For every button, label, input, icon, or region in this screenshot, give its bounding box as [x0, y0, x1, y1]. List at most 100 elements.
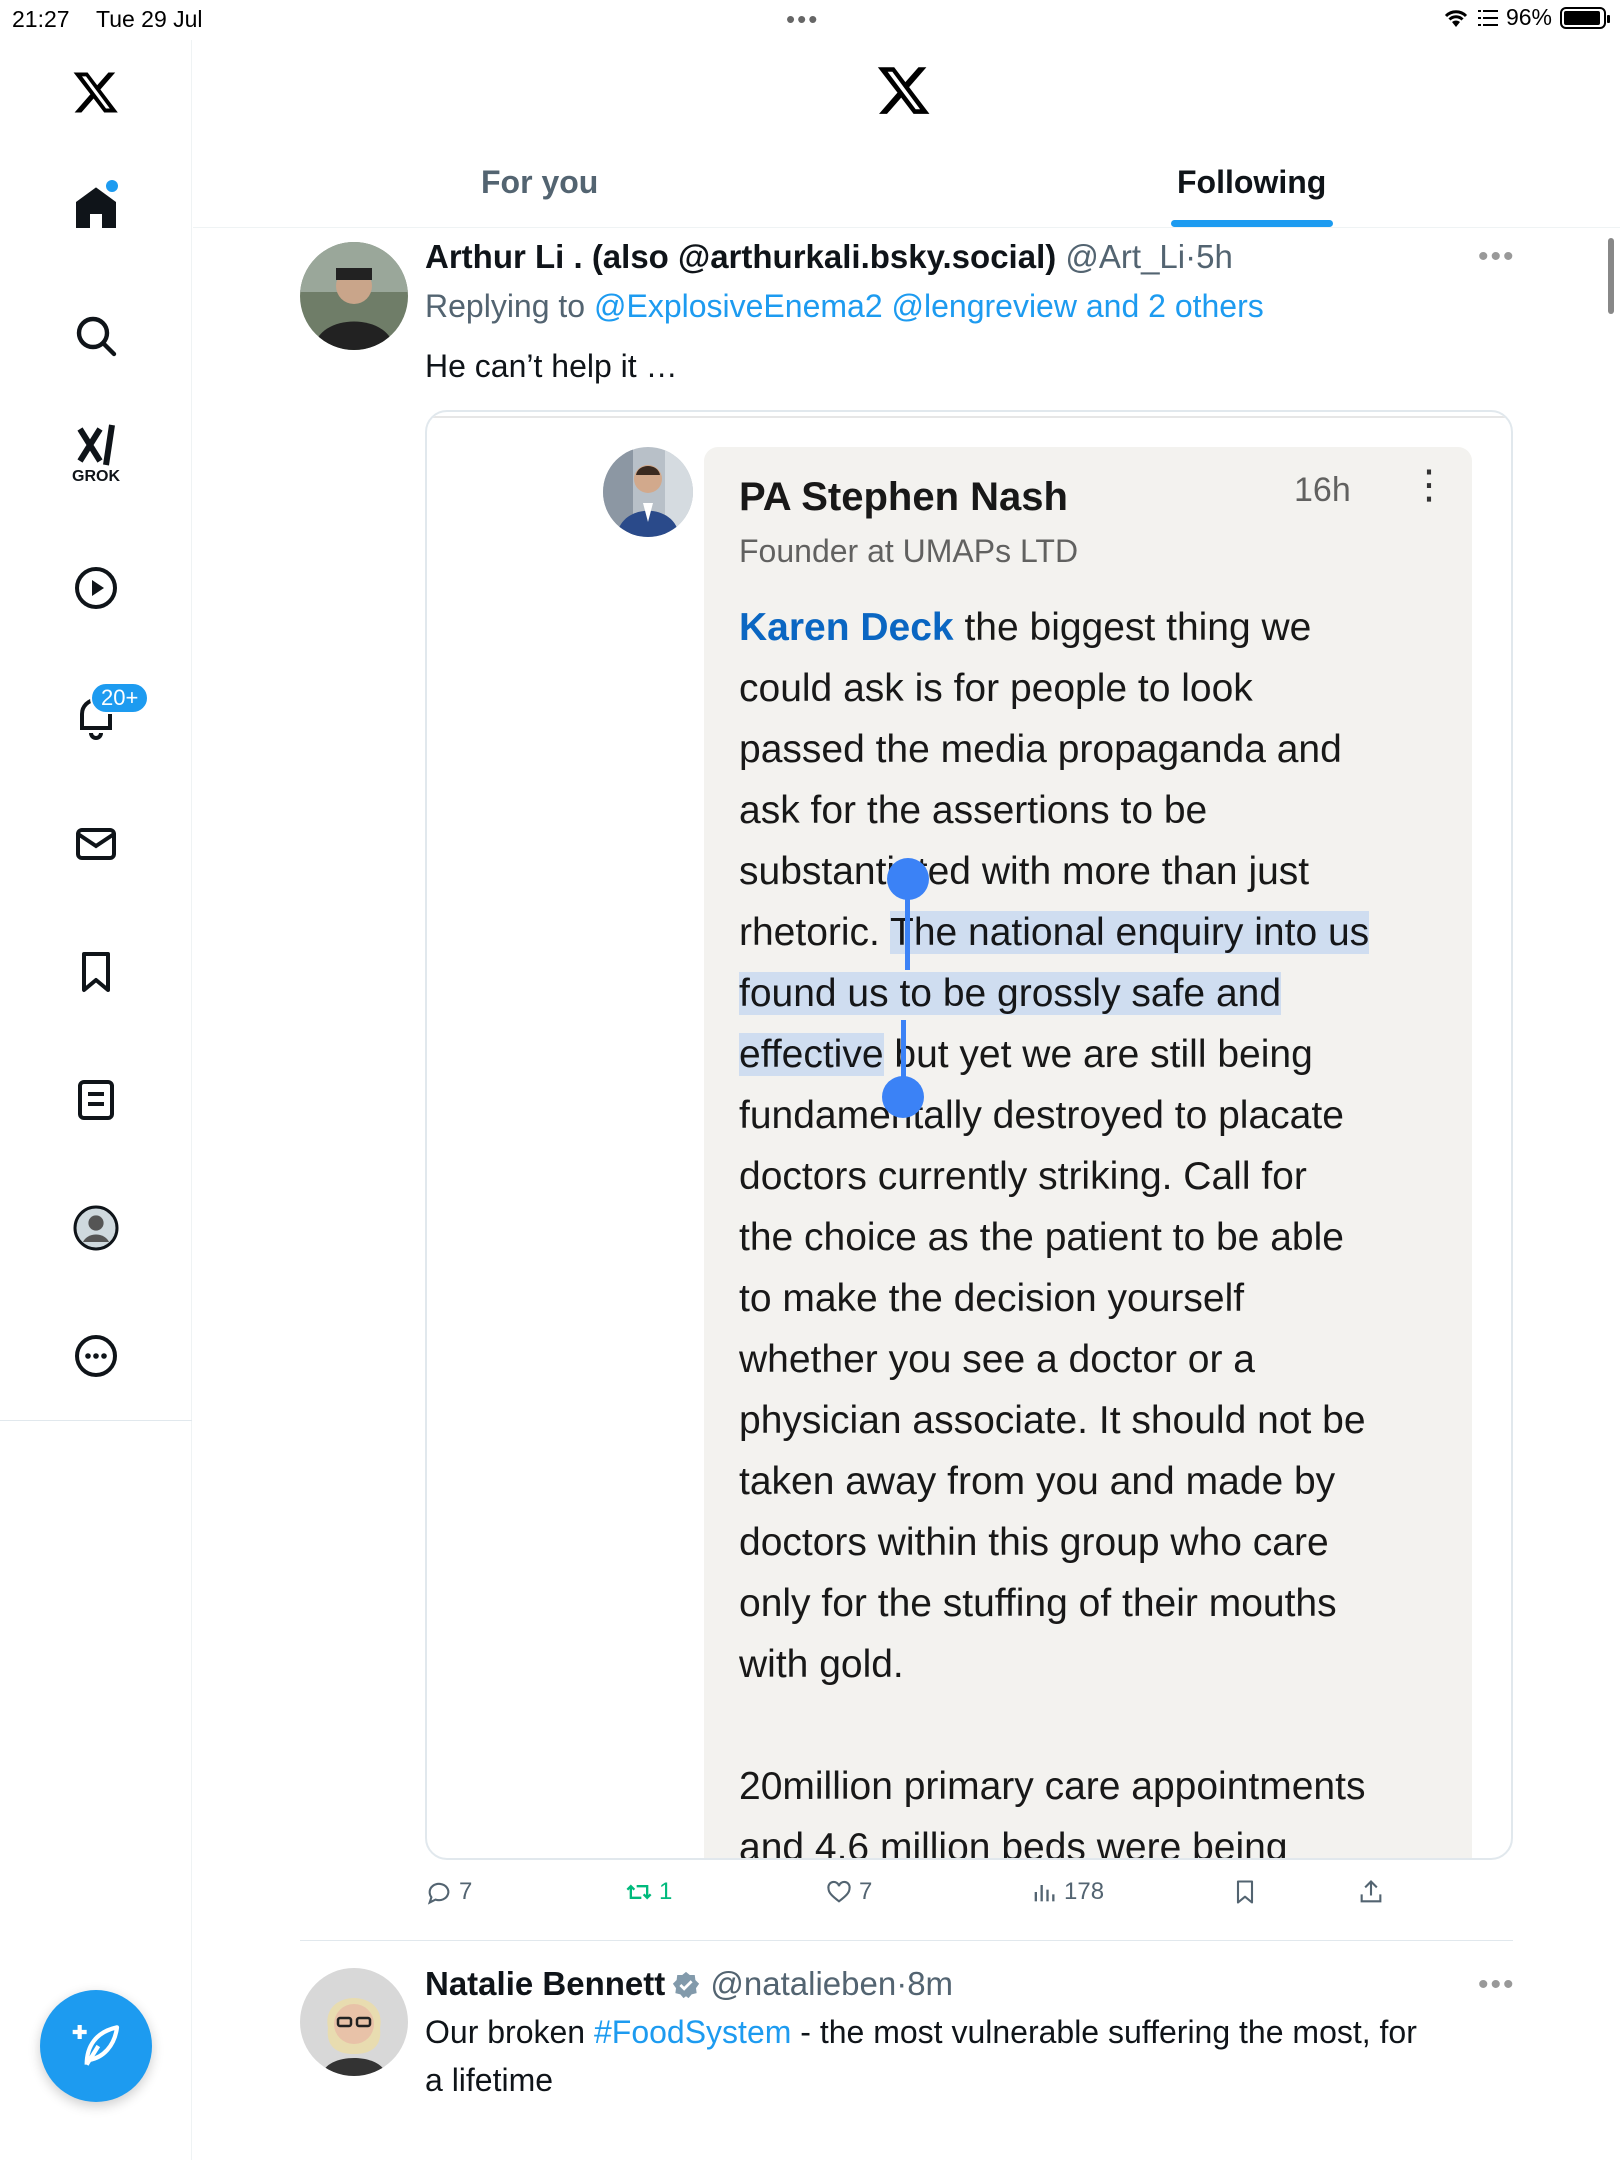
multitasking-dots-icon[interactable]: •••: [786, 4, 819, 35]
linkedin-avatar: [603, 447, 693, 537]
sidebar-divider: [0, 1420, 192, 1421]
avatar[interactable]: [300, 242, 408, 350]
kebab-menu-icon: ⋮: [1409, 463, 1449, 507]
body-line: ask for the assertions to be: [739, 789, 1208, 832]
tweet-author-line: Arthur Li . (also @arthurkali.bsky.socia…: [425, 238, 1233, 275]
body-line: taken away from you and made by: [739, 1460, 1336, 1503]
body-line: fundamentally destroyed to placate: [739, 1094, 1344, 1137]
body-line: doctors within this group who care: [739, 1521, 1329, 1564]
author-handle[interactable]: @Art_Li: [1065, 238, 1185, 275]
body-line: and 4.6 million beds were being: [739, 1826, 1288, 1860]
body-line: passed the media propaganda and: [739, 728, 1342, 771]
body-line: found us to be grossly safe and: [739, 963, 1459, 1024]
media-top-line: [431, 416, 1511, 418]
tweet-time[interactable]: 5h: [1196, 238, 1233, 275]
body-blank-line: [739, 1695, 1459, 1756]
compose-icon: [72, 2025, 120, 2066]
compose-button[interactable]: [40, 1990, 152, 2102]
home-unread-dot: [106, 180, 118, 192]
tweet-more-icon[interactable]: •••: [1478, 240, 1516, 274]
sidebar-item-home[interactable]: [60, 172, 132, 244]
sidebar-item-messages[interactable]: [60, 808, 132, 880]
list-icon: [78, 1080, 114, 1120]
sidebar-item-more[interactable]: [60, 1320, 132, 1392]
replying-to-line: Replying to @ExplosiveEnema2 @lengreview…: [425, 288, 1264, 324]
status-time: 21:27: [12, 6, 70, 32]
linkedin-author-name: PA Stephen Nash: [739, 475, 1068, 519]
status-bar: 21:27 Tue 29 Jul ••• 96%: [0, 0, 1620, 40]
replying-to-links[interactable]: @ExplosiveEnema2 @lengreview and 2 other…: [594, 288, 1264, 324]
play-icon: [75, 567, 117, 609]
retweet-icon: [626, 1884, 652, 1900]
sidebar: GROK 20+: [0, 40, 192, 2160]
wifi-icon: [1444, 9, 1468, 27]
tweet-time[interactable]: 8m: [907, 1965, 953, 2002]
tweet-text: Our broken #FoodSystem - the most vulner…: [425, 2014, 1417, 2050]
tab-following[interactable]: Following: [1177, 164, 1326, 201]
share-button[interactable]: [1357, 1878, 1385, 1906]
heart-icon: [827, 1880, 851, 1903]
author-name[interactable]: Arthur Li . (also @arthurkali.bsky.socia…: [425, 238, 1056, 275]
avatar[interactable]: [300, 1968, 408, 2076]
body-line: 20million primary care appointments: [739, 1765, 1366, 1808]
linkedin-post-time: 16h: [1294, 471, 1351, 509]
body-line: to make the decision yourself: [739, 1277, 1245, 1320]
tweet-text-line2: a lifetime: [425, 2062, 554, 2098]
selected-text: found us to be grossly safe and: [739, 972, 1282, 1015]
reply-button[interactable]: 7: [425, 1878, 472, 1906]
orientation-lock-icon: [1477, 9, 1498, 26]
verified-badge-icon: [673, 1971, 700, 1999]
body-line: whether you see a doctor or a: [739, 1338, 1255, 1381]
selection-end-handle[interactable]: [882, 1076, 924, 1118]
author-handle[interactable]: @natalieben: [710, 1965, 896, 2002]
tweet-actions: 7 1 7 178: [425, 1878, 1505, 1918]
status-right: 96%: [1442, 4, 1610, 31]
tab-for-you[interactable]: For you: [481, 164, 598, 201]
linkedin-post-card: PA Stephen Nash Founder at UMAPs LTD 16h…: [704, 447, 1472, 1860]
grok-label: GROK: [72, 468, 120, 485]
views-button[interactable]: 178: [1030, 1878, 1104, 1906]
battery-percent: 96%: [1505, 4, 1552, 30]
tweet-separator: [300, 1940, 1513, 1941]
grok-icon: [77, 424, 115, 466]
selected-text: The national enquiry into us: [890, 911, 1370, 954]
body-line: effective but yet we are still being: [739, 1033, 1313, 1076]
scrollbar[interactable]: [1608, 238, 1614, 314]
like-button[interactable]: 7: [825, 1878, 872, 1906]
sidebar-item-profile[interactable]: [60, 1192, 132, 1264]
sidebar-item-bookmarks[interactable]: [60, 936, 132, 1008]
body-line: the choice as the patient to be able: [739, 1216, 1344, 1259]
body-line: substantiated with more than just: [739, 850, 1310, 893]
linkedin-mention: Karen Deck: [739, 606, 954, 649]
tweet-media-image[interactable]: PA Stephen Nash Founder at UMAPs LTD 16h…: [425, 410, 1513, 1860]
status-date: Tue 29 Jul: [96, 6, 203, 32]
x-logo-icon[interactable]: [876, 62, 932, 118]
like-count: 7: [859, 1878, 873, 1905]
body-line: rhetoric. The national enquiry into us: [739, 911, 1370, 954]
sidebar-item-videos[interactable]: [60, 552, 132, 624]
sidebar-item-explore[interactable]: [60, 300, 132, 372]
active-tab-indicator: [1171, 220, 1333, 227]
bookmark-icon: [82, 952, 110, 992]
sidebar-item-lists[interactable]: [60, 1064, 132, 1136]
body-line: doctors currently striking. Call for: [739, 1155, 1307, 1198]
search-icon: [76, 316, 117, 357]
sidebar-item-grok[interactable]: GROK: [60, 418, 132, 490]
views-count: 178: [1064, 1878, 1105, 1905]
bookmark-icon: [1236, 1880, 1254, 1904]
views-icon: [1034, 1885, 1055, 1902]
battery-icon: [1560, 6, 1610, 29]
linkedin-post-body: Karen Deck the biggest thing we could as…: [739, 597, 1459, 1860]
x-logo-icon[interactable]: [60, 56, 132, 128]
hashtag-link[interactable]: #FoodSystem: [594, 2014, 791, 2050]
body-line: with gold.: [739, 1643, 904, 1686]
author-name[interactable]: Natalie Bennett: [425, 1965, 665, 2002]
notifications-badge: 20+: [90, 682, 150, 714]
more-icon: [75, 1335, 117, 1377]
retweet-button[interactable]: 1: [625, 1878, 672, 1906]
linkedin-author-subtitle: Founder at UMAPs LTD: [739, 533, 1079, 569]
selected-text: effective: [739, 1033, 884, 1076]
bookmark-button[interactable]: [1231, 1878, 1259, 1906]
sidebar-item-notifications[interactable]: 20+: [60, 680, 150, 752]
tweet-more-icon[interactable]: •••: [1478, 1968, 1516, 2002]
